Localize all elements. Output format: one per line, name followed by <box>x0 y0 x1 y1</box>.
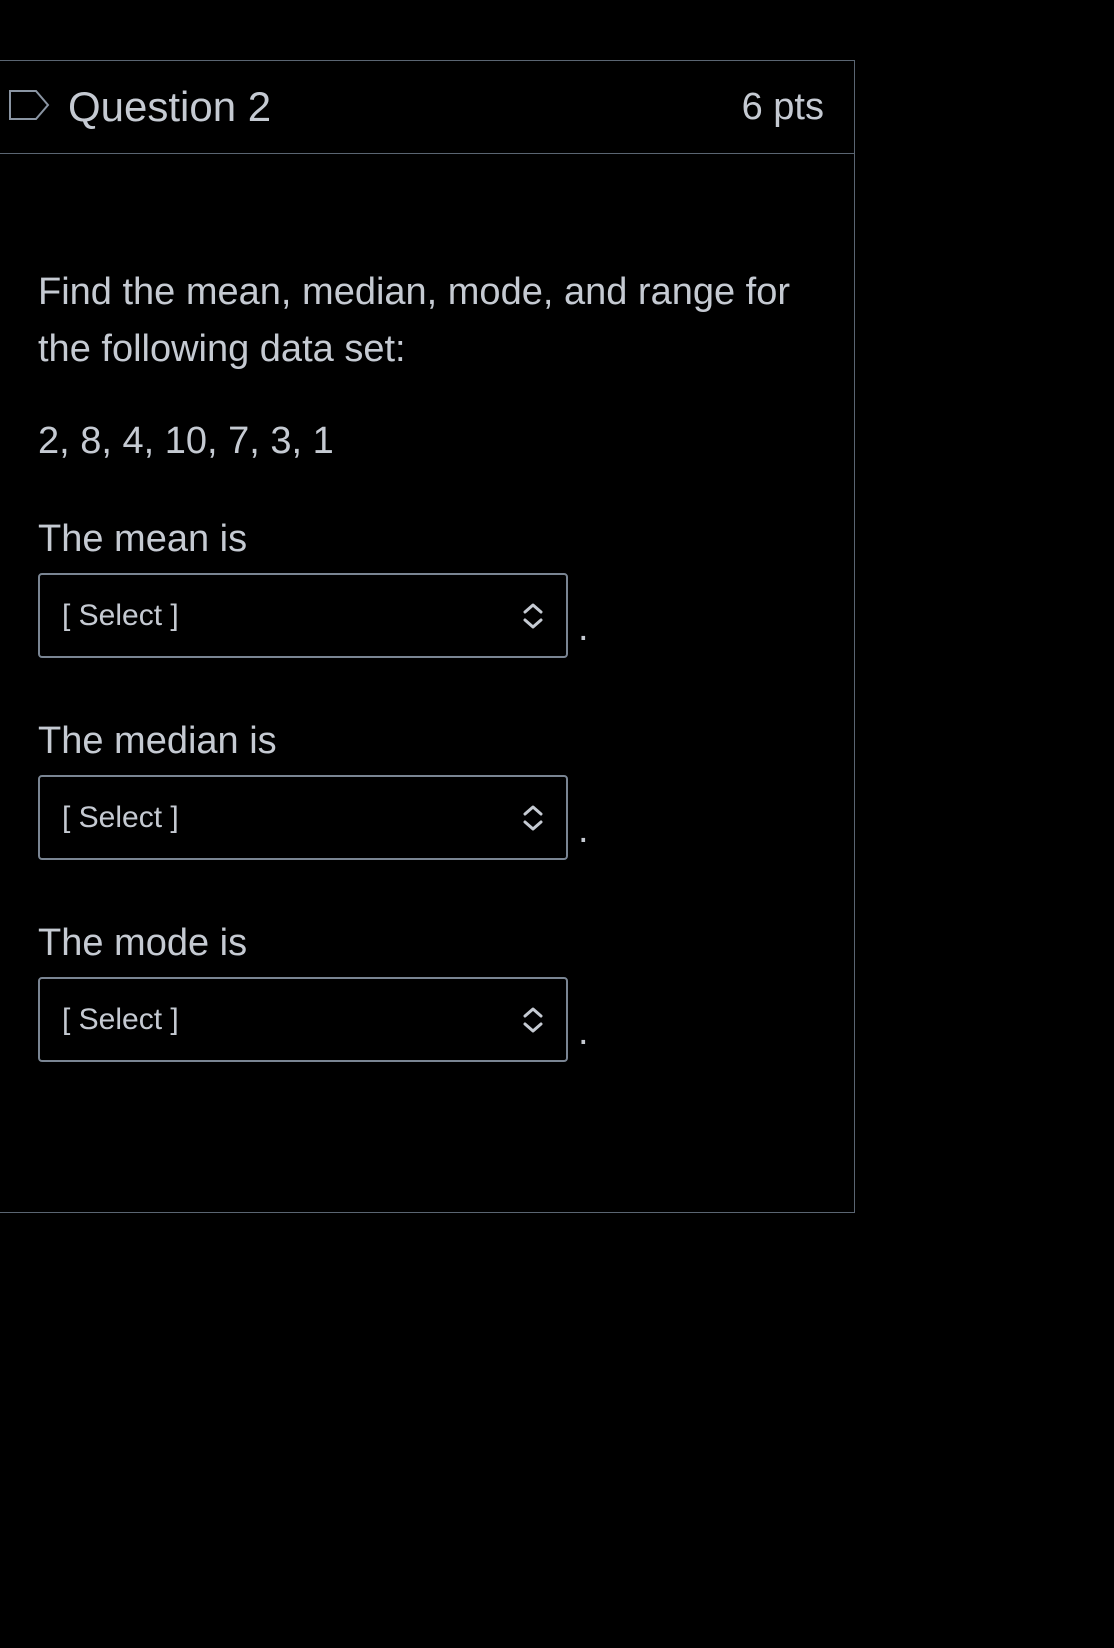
answer-block-median: The median is [ Select ] . <box>38 720 816 860</box>
select-row: [ Select ] . <box>38 775 816 860</box>
select-mode[interactable]: [ Select ] <box>38 977 568 1062</box>
tag-icon <box>8 89 50 126</box>
question-card: Question 2 6 pts Find the mean, median, … <box>0 60 855 1213</box>
chevron-updown-icon <box>522 1007 544 1033</box>
period: . <box>578 607 589 658</box>
select-median[interactable]: [ Select ] <box>38 775 568 860</box>
select-row: [ Select ] . <box>38 977 816 1062</box>
period: . <box>578 809 589 860</box>
select-placeholder: [ Select ] <box>62 801 179 835</box>
chevron-updown-icon <box>522 805 544 831</box>
header-left: Question 2 <box>8 83 271 131</box>
question-points: 6 pts <box>742 86 824 129</box>
question-title: Question 2 <box>68 83 271 131</box>
answer-label-mode: The mode is <box>38 922 816 965</box>
question-prompt: Find the mean, median, mode, and range f… <box>38 264 816 378</box>
data-set: 2, 8, 4, 10, 7, 3, 1 <box>38 420 816 463</box>
question-header: Question 2 6 pts <box>0 61 854 154</box>
answer-block-mode: The mode is [ Select ] . <box>38 922 816 1062</box>
select-placeholder: [ Select ] <box>62 599 179 633</box>
select-placeholder: [ Select ] <box>62 1003 179 1037</box>
question-body: Find the mean, median, mode, and range f… <box>0 154 854 1212</box>
answer-block-mean: The mean is [ Select ] . <box>38 518 816 658</box>
period: . <box>578 1011 589 1062</box>
select-row: [ Select ] . <box>38 573 816 658</box>
answer-label-median: The median is <box>38 720 816 763</box>
answer-label-mean: The mean is <box>38 518 816 561</box>
select-mean[interactable]: [ Select ] <box>38 573 568 658</box>
chevron-updown-icon <box>522 603 544 629</box>
